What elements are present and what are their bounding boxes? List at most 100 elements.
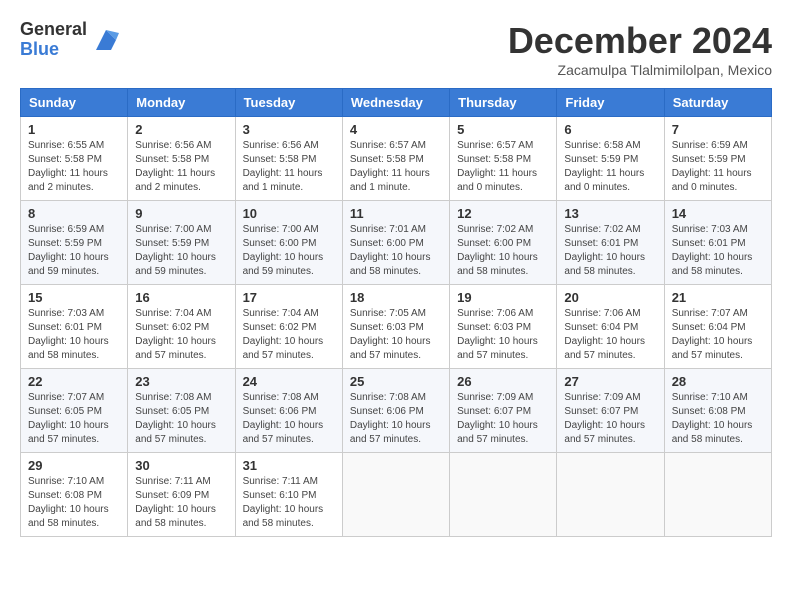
weekday-header: Thursday <box>450 89 557 117</box>
day-number: 15 <box>28 290 120 305</box>
day-info: Sunrise: 7:08 AM Sunset: 6:06 PM Dayligh… <box>243 391 335 447</box>
day-info: Sunrise: 7:09 AM Sunset: 6:07 PM Dayligh… <box>457 391 549 447</box>
calendar-cell: 4 Sunrise: 6:57 AM Sunset: 5:58 PM Daylig… <box>342 117 449 201</box>
page-header: General Blue December 2024 Zacamulpa Tla… <box>20 20 772 78</box>
day-number: 23 <box>135 374 227 389</box>
logo: General Blue <box>20 20 121 60</box>
calendar-cell: 30Sunrise: 7:11 AM Sunset: 6:09 PM Dayli… <box>128 453 235 537</box>
day-number: 11 <box>350 206 442 221</box>
day-info: Sunrise: 7:01 AM Sunset: 6:00 PM Dayligh… <box>350 223 442 279</box>
calendar-week-row: 1Sunrise: 6:55 AM Sunset: 5:58 PM Daylig… <box>21 117 772 201</box>
calendar-cell: 31 Sunrise: 7:11 AM Sunset: 6:10 PM Dayli… <box>235 453 342 537</box>
day-number: 10 <box>243 206 335 221</box>
day-info: Sunrise: 7:06 AM Sunset: 6:03 PM Dayligh… <box>457 307 549 363</box>
day-number: 14 <box>672 206 764 221</box>
day-number: 2 <box>135 122 227 137</box>
calendar-cell <box>664 453 771 537</box>
calendar-week-row: 8Sunrise: 6:59 AM Sunset: 5:59 PM Daylig… <box>21 201 772 285</box>
calendar-cell: 22 Sunrise: 7:07 AM Sunset: 6:05 PM Dayli… <box>21 369 128 453</box>
day-info: Sunrise: 6:57 AM Sunset: 5:58 PM Dayligh… <box>457 139 549 195</box>
day-number: 22 <box>28 374 120 389</box>
day-info: Sunrise: 7:02 AM Sunset: 6:00 PM Dayligh… <box>457 223 549 279</box>
day-info: Sunrise: 7:04 AM Sunset: 6:02 PM Dayligh… <box>243 307 335 363</box>
day-number: 5 <box>457 122 549 137</box>
calendar-cell: 29 Sunrise: 7:10 AM Sunset: 6:08 PM Dayli… <box>21 453 128 537</box>
calendar-cell: 21 Sunrise: 7:07 AM Sunset: 6:04 PM Dayli… <box>664 285 771 369</box>
calendar-cell: 6 Sunrise: 6:58 AM Sunset: 5:59 PM Daylig… <box>557 117 664 201</box>
day-number: 27 <box>564 374 656 389</box>
day-info: Sunrise: 6:57 AM Sunset: 5:58 PM Dayligh… <box>350 139 442 195</box>
calendar-table: SundayMondayTuesdayWednesdayThursdayFrid… <box>20 88 772 537</box>
day-number: 28 <box>672 374 764 389</box>
day-number: 3 <box>243 122 335 137</box>
day-number: 7 <box>672 122 764 137</box>
day-number: 20 <box>564 290 656 305</box>
calendar-cell: 18 Sunrise: 7:05 AM Sunset: 6:03 PM Dayli… <box>342 285 449 369</box>
calendar-cell: 1Sunrise: 6:55 AM Sunset: 5:58 PM Daylig… <box>21 117 128 201</box>
calendar-cell: 2 Sunrise: 6:56 AM Sunset: 5:58 PM Daylig… <box>128 117 235 201</box>
logo-icon <box>91 25 121 55</box>
day-number: 16 <box>135 290 227 305</box>
day-info: Sunrise: 6:58 AM Sunset: 5:59 PM Dayligh… <box>564 139 656 195</box>
day-number: 24 <box>243 374 335 389</box>
calendar-cell: 25Sunrise: 7:08 AM Sunset: 6:06 PM Dayli… <box>342 369 449 453</box>
day-number: 4 <box>350 122 442 137</box>
day-number: 29 <box>28 458 120 473</box>
day-number: 19 <box>457 290 549 305</box>
day-info: Sunrise: 7:09 AM Sunset: 6:07 PM Dayligh… <box>564 391 656 447</box>
day-info: Sunrise: 7:03 AM Sunset: 6:01 PM Dayligh… <box>28 307 120 363</box>
weekday-header: Sunday <box>21 89 128 117</box>
calendar-cell <box>557 453 664 537</box>
calendar-cell: 10 Sunrise: 7:00 AM Sunset: 6:00 PM Dayli… <box>235 201 342 285</box>
day-number: 17 <box>243 290 335 305</box>
weekday-header: Friday <box>557 89 664 117</box>
calendar-cell: 7 Sunrise: 6:59 AM Sunset: 5:59 PM Daylig… <box>664 117 771 201</box>
calendar-cell: 3 Sunrise: 6:56 AM Sunset: 5:58 PM Daylig… <box>235 117 342 201</box>
calendar-cell <box>342 453 449 537</box>
logo-general-text: General <box>20 20 87 40</box>
day-number: 31 <box>243 458 335 473</box>
day-info: Sunrise: 6:56 AM Sunset: 5:58 PM Dayligh… <box>135 139 227 195</box>
calendar-cell: 19 Sunrise: 7:06 AM Sunset: 6:03 PM Dayli… <box>450 285 557 369</box>
calendar-cell: 8Sunrise: 6:59 AM Sunset: 5:59 PM Daylig… <box>21 201 128 285</box>
day-number: 26 <box>457 374 549 389</box>
calendar-cell: 24 Sunrise: 7:08 AM Sunset: 6:06 PM Dayli… <box>235 369 342 453</box>
calendar-cell: 16Sunrise: 7:04 AM Sunset: 6:02 PM Dayli… <box>128 285 235 369</box>
calendar-cell: 26 Sunrise: 7:09 AM Sunset: 6:07 PM Dayli… <box>450 369 557 453</box>
day-info: Sunrise: 7:07 AM Sunset: 6:05 PM Dayligh… <box>28 391 120 447</box>
day-number: 9 <box>135 206 227 221</box>
day-info: Sunrise: 7:07 AM Sunset: 6:04 PM Dayligh… <box>672 307 764 363</box>
calendar-cell: 20Sunrise: 7:06 AM Sunset: 6:04 PM Dayli… <box>557 285 664 369</box>
day-info: Sunrise: 7:03 AM Sunset: 6:01 PM Dayligh… <box>672 223 764 279</box>
calendar-cell: 15 Sunrise: 7:03 AM Sunset: 6:01 PM Dayli… <box>21 285 128 369</box>
day-info: Sunrise: 6:59 AM Sunset: 5:59 PM Dayligh… <box>672 139 764 195</box>
day-info: Sunrise: 7:10 AM Sunset: 6:08 PM Dayligh… <box>672 391 764 447</box>
day-number: 13 <box>564 206 656 221</box>
day-number: 21 <box>672 290 764 305</box>
calendar-week-row: 15 Sunrise: 7:03 AM Sunset: 6:01 PM Dayli… <box>21 285 772 369</box>
calendar-cell: 23 Sunrise: 7:08 AM Sunset: 6:05 PM Dayli… <box>128 369 235 453</box>
calendar-cell: 12Sunrise: 7:02 AM Sunset: 6:00 PM Dayli… <box>450 201 557 285</box>
day-info: Sunrise: 6:59 AM Sunset: 5:59 PM Dayligh… <box>28 223 120 279</box>
day-info: Sunrise: 7:11 AM Sunset: 6:10 PM Dayligh… <box>243 475 335 531</box>
calendar-cell <box>450 453 557 537</box>
day-info: Sunrise: 7:10 AM Sunset: 6:08 PM Dayligh… <box>28 475 120 531</box>
day-info: Sunrise: 7:00 AM Sunset: 5:59 PM Dayligh… <box>135 223 227 279</box>
month-title: December 2024 <box>508 20 772 62</box>
day-info: Sunrise: 7:08 AM Sunset: 6:05 PM Dayligh… <box>135 391 227 447</box>
day-number: 18 <box>350 290 442 305</box>
day-info: Sunrise: 7:11 AM Sunset: 6:09 PM Dayligh… <box>135 475 227 531</box>
day-number: 6 <box>564 122 656 137</box>
day-info: Sunrise: 7:00 AM Sunset: 6:00 PM Dayligh… <box>243 223 335 279</box>
weekday-header: Wednesday <box>342 89 449 117</box>
weekday-header: Tuesday <box>235 89 342 117</box>
calendar-cell: 27 Sunrise: 7:09 AM Sunset: 6:07 PM Dayli… <box>557 369 664 453</box>
calendar-week-row: 29 Sunrise: 7:10 AM Sunset: 6:08 PM Dayli… <box>21 453 772 537</box>
day-info: Sunrise: 6:56 AM Sunset: 5:58 PM Dayligh… <box>243 139 335 195</box>
day-info: Sunrise: 7:05 AM Sunset: 6:03 PM Dayligh… <box>350 307 442 363</box>
weekday-header: Saturday <box>664 89 771 117</box>
title-block: December 2024 Zacamulpa Tlalmimilolpan, … <box>508 20 772 78</box>
location: Zacamulpa Tlalmimilolpan, Mexico <box>508 62 772 78</box>
calendar-cell: 5 Sunrise: 6:57 AM Sunset: 5:58 PM Daylig… <box>450 117 557 201</box>
day-info: Sunrise: 7:02 AM Sunset: 6:01 PM Dayligh… <box>564 223 656 279</box>
